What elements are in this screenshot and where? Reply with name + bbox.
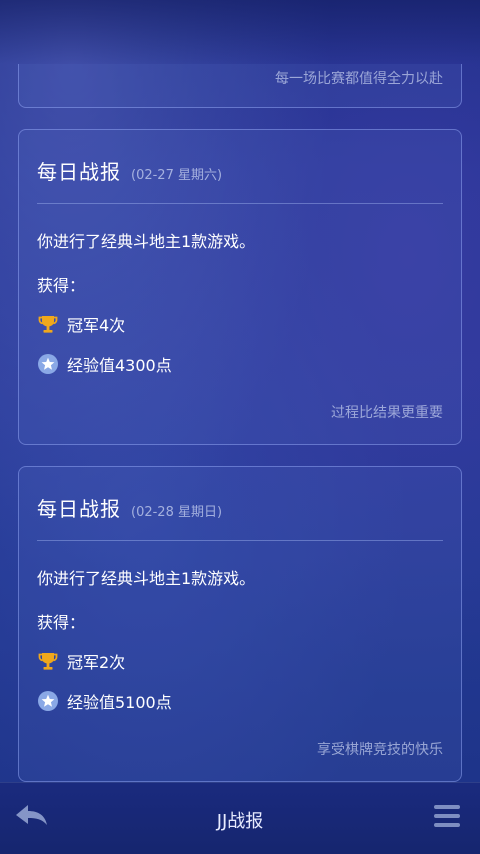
reward-text: 经验值4300点	[67, 356, 172, 375]
card-header: 每日战报 (02-28 星期日)	[37, 493, 443, 523]
card-description: 你进行了经典斗地主1款游戏。	[37, 569, 256, 588]
card-date: (02-28 星期日)	[131, 505, 223, 520]
card-footer-text: 享受棋牌竞技的快乐	[317, 742, 443, 758]
reward-item: 冠军2次	[37, 649, 125, 673]
reward-item: 经验值4300点	[37, 352, 172, 376]
card-header: 每日战报 (02-27 星期六)	[37, 156, 443, 186]
card-title: 每日战报	[37, 497, 121, 521]
reward-text: 冠军4次	[67, 316, 126, 335]
card-divider	[37, 203, 443, 204]
report-list[interactable]: 每一场比赛都值得全力以赴 每日战报 (02-27 星期六) 你进行了经典斗地主1…	[0, 64, 480, 782]
menu-button[interactable]	[434, 805, 460, 829]
card-description: 你进行了经典斗地主1款游戏。	[37, 232, 256, 251]
card-footer-text: 过程比结果更重要	[331, 405, 443, 421]
gain-label: 获得：	[37, 613, 86, 632]
star-icon	[37, 353, 59, 375]
trophy-icon	[37, 650, 59, 672]
reward-item: 冠军4次	[37, 312, 125, 336]
trophy-icon	[37, 313, 59, 335]
star-icon	[37, 690, 59, 712]
card-divider	[37, 540, 443, 541]
report-card: 每日战报 (02-28 星期日) 你进行了经典斗地主1款游戏。 获得： 冠军2次	[18, 466, 462, 782]
card-title: 每日战报	[37, 160, 121, 184]
report-card-partial: 每一场比赛都值得全力以赴	[18, 64, 462, 108]
card-footer-text: 每一场比赛都值得全力以赴	[275, 71, 443, 87]
card-date: (02-27 星期六)	[131, 168, 223, 183]
gain-label: 获得：	[37, 276, 86, 295]
status-bar	[0, 0, 480, 64]
reward-item: 经验值5100点	[37, 689, 172, 713]
report-card: 每日战报 (02-27 星期六) 你进行了经典斗地主1款游戏。 获得： 冠军4次	[18, 129, 462, 445]
menu-icon	[434, 805, 460, 827]
page-title: JJ战报	[216, 811, 264, 832]
reward-text: 冠军2次	[67, 653, 126, 672]
bottom-nav-bar: JJ战报	[0, 782, 480, 854]
reward-text: 经验值5100点	[67, 693, 172, 712]
